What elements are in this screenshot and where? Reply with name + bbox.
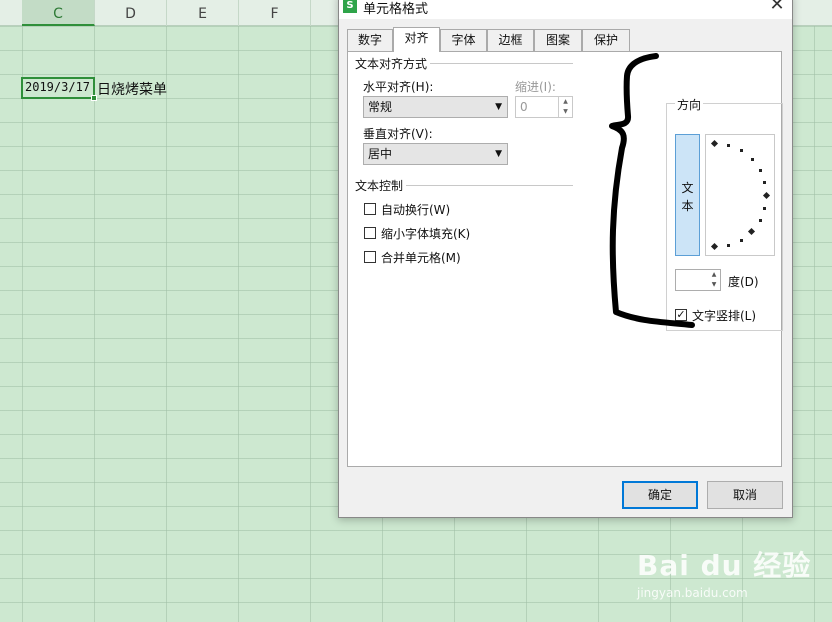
cancel-button[interactable]: 取消 (707, 481, 783, 509)
watermark: Bai du 经验 jingyan.baidu.com (637, 544, 810, 614)
vertical-align-label: 垂直对齐(V): (363, 127, 433, 141)
tab-alignment[interactable]: 对齐 (393, 27, 440, 52)
shrink-to-fit-label[interactable]: 缩小字体填充(K) (381, 225, 470, 242)
tab-pattern[interactable]: 图案 (534, 29, 582, 51)
dialog-titlebar[interactable]: S 单元格格式 ✕ (339, 0, 792, 19)
shrink-to-fit-checkbox[interactable] (364, 227, 376, 239)
cell-overflow-text: 日烧烤菜单 (97, 82, 167, 98)
orientation-marker[interactable] (762, 191, 771, 200)
bracket-annotation (609, 53, 695, 328)
orientation-tick (763, 207, 766, 210)
watermark-logo: Bai du 经验 (637, 549, 812, 582)
watermark-url: jingyan.baidu.com (637, 586, 748, 600)
group-divider (430, 63, 573, 64)
wrap-text-label[interactable]: 自动换行(W) (381, 201, 450, 218)
orientation-tick (727, 144, 730, 147)
indent-stepper[interactable]: 0 ▲ ▼ (515, 96, 573, 118)
column-header-c[interactable]: C (22, 0, 95, 26)
close-button[interactable]: ✕ (762, 0, 792, 17)
orientation-dial[interactable] (705, 134, 775, 256)
orientation-tick (740, 149, 743, 152)
app-icon: S (343, 0, 357, 13)
degree-label: 度(D) (728, 275, 759, 289)
text-alignment-group-label: 文本对齐方式 (355, 57, 428, 71)
orientation-tick (759, 169, 762, 172)
stepper-up-icon: ▲ (563, 98, 568, 105)
alignment-panel: 文本对齐方式 水平对齐(H): 常规 ▼ 缩进(I): 0 ▲ ▼ 垂直对齐(V)… (347, 51, 783, 467)
horizontal-align-value: 常规 (368, 100, 393, 114)
merge-cells-checkbox[interactable] (364, 251, 376, 263)
tab-number[interactable]: 数字 (347, 29, 393, 51)
vertical-align-select[interactable]: 居中 ▼ (363, 143, 508, 165)
orientation-tick (740, 239, 743, 242)
indent-stepper-buttons[interactable]: ▲ ▼ (558, 97, 572, 117)
wrap-text-checkbox[interactable] (364, 203, 376, 215)
tab-protection[interactable]: 保护 (582, 29, 630, 51)
vertical-align-value: 居中 (368, 147, 393, 161)
tab-font[interactable]: 字体 (440, 29, 487, 51)
horizontal-align-label: 水平对齐(H): (363, 80, 434, 94)
dialog-title: 单元格格式 (363, 2, 429, 17)
indent-label: 缩进(I): (515, 80, 556, 94)
active-cell-value: 2019/3/17 (25, 80, 91, 94)
text-control-group-label: 文本控制 (355, 179, 404, 193)
orientation-tick (751, 158, 754, 161)
tab-border[interactable]: 边框 (487, 29, 534, 51)
chevron-down-icon: ▼ (495, 102, 502, 112)
orientation-tick (763, 181, 766, 184)
group-divider (406, 185, 573, 186)
orientation-marker[interactable] (710, 242, 719, 251)
column-header-f[interactable]: F (239, 0, 311, 26)
format-cells-dialog: S 单元格格式 ✕ 数字 对齐 字体 边框 图案 保护 文本对齐方式 水平对齐(… (338, 0, 793, 518)
orientation-marker[interactable] (710, 139, 719, 148)
stepper-down-icon: ▼ (563, 108, 568, 115)
chevron-down-icon: ▼ (495, 149, 502, 159)
merge-cells-label[interactable]: 合并单元格(M) (381, 249, 461, 266)
orientation-tick (759, 219, 762, 222)
column-header-d[interactable]: D (95, 0, 167, 26)
indent-value: 0 (520, 100, 528, 114)
orientation-tick (727, 244, 730, 247)
column-header-e[interactable]: E (167, 0, 239, 26)
horizontal-align-select[interactable]: 常规 ▼ (363, 96, 508, 118)
ok-button[interactable]: 确定 (622, 481, 698, 509)
orientation-marker[interactable] (747, 227, 756, 236)
